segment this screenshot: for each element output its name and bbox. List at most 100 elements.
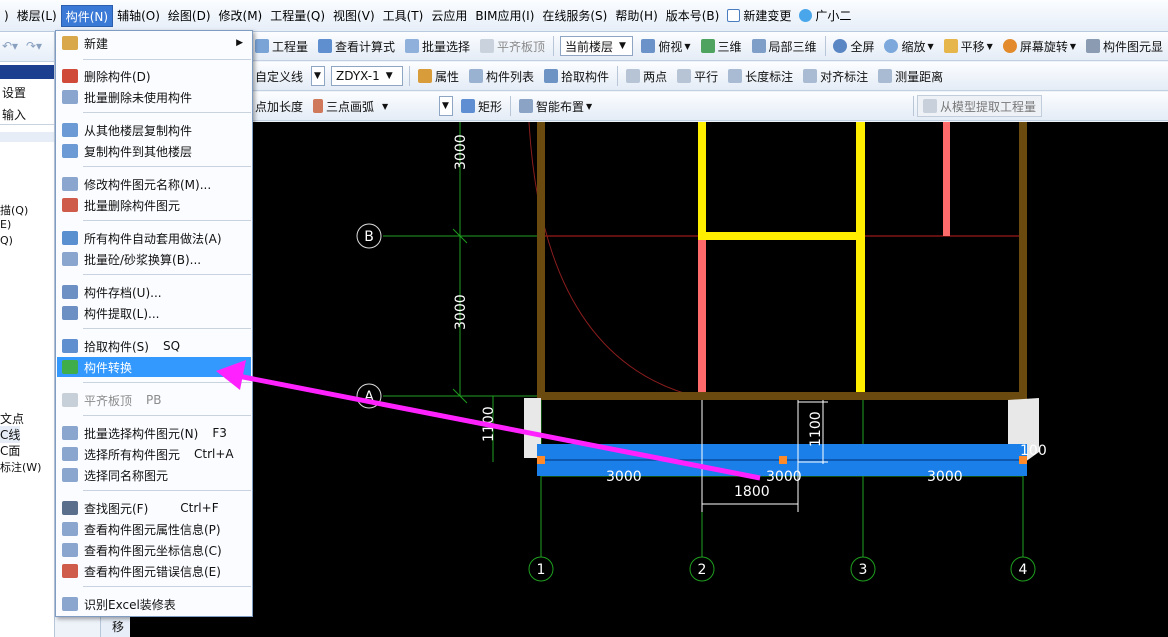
menu-item-auto-apply[interactable]: 所有构件自动套用做法(A): [57, 228, 251, 248]
menu-cloud[interactable]: 云应用: [427, 5, 471, 27]
left-item-face[interactable]: C面: [0, 442, 20, 459]
left-item-q[interactable]: Q): [0, 234, 13, 247]
menu-item-rename-element[interactable]: 修改构件图元名称(M)...: [57, 174, 251, 194]
element-display-button[interactable]: 构件图元显: [1081, 35, 1168, 57]
extract-quantity-label: 从模型提取工程量: [939, 99, 1036, 114]
menu-item-batch-delete-element-label: 批量删除构件图元: [84, 198, 181, 213]
parallel-icon: [677, 69, 692, 83]
menu-item-extract[interactable]: 构件提取(L)...: [57, 303, 251, 323]
delete-icon: [62, 69, 78, 83]
left-item-line[interactable]: C线: [0, 426, 21, 443]
pick-component-button[interactable]: 拾取构件: [539, 65, 614, 87]
aligned-dim-label: 对齐标注: [820, 69, 869, 84]
local-3d-button[interactable]: 局部三维: [747, 35, 822, 57]
menu-item-batch-delete-element[interactable]: 批量删除构件图元: [57, 195, 251, 215]
menu-item-find[interactable]: 查找图元(F) Ctrl+F: [57, 498, 251, 518]
menu-help[interactable]: 帮助(H): [611, 5, 661, 27]
menu-item-view-properties[interactable]: 查看构件图元属性信息(P): [57, 519, 251, 539]
menu-separator: [83, 220, 251, 221]
zoom-button[interactable]: 缩放 ▼: [879, 35, 938, 57]
rotate-screen-button[interactable]: 屏幕旋转 ▼: [998, 35, 1081, 57]
3d-button[interactable]: 三维: [696, 35, 747, 57]
batch-select-button[interactable]: 批量选择: [400, 35, 475, 57]
menu-new-change-label: 新建变更: [743, 8, 792, 23]
grip-mid[interactable]: [779, 456, 787, 464]
menu-tools[interactable]: 工具(T): [379, 5, 428, 27]
redo-icon[interactable]: ↷▾: [26, 39, 42, 53]
menu-item-archive[interactable]: 构件存档(U)...: [57, 282, 251, 302]
menu-aux-axis[interactable]: 辅轴(O): [113, 5, 164, 27]
point-length-button[interactable]: 点加长度: [250, 95, 308, 117]
menu-item-align-slab[interactable]: 平齐板顶 PB: [57, 390, 251, 410]
measure-distance-button[interactable]: 测量距离: [873, 65, 948, 87]
menu-item-new[interactable]: 新建 ▶: [57, 33, 251, 53]
left-item-annotation[interactable]: 标注(W): [0, 459, 41, 475]
menu-item-component-convert[interactable]: 构件转换: [57, 357, 251, 377]
type-select-arrow[interactable]: ▼: [311, 66, 326, 86]
align-slab-button[interactable]: 平齐板顶: [475, 35, 550, 57]
extract-icon: [922, 99, 937, 113]
view-formula-button[interactable]: 查看计算式: [313, 35, 400, 57]
new-icon: [62, 36, 78, 50]
menu-item-delete-component[interactable]: 删除构件(D): [57, 66, 251, 86]
element-display-icon: [1085, 39, 1100, 53]
parallel-label: 平行: [694, 69, 719, 84]
menu-modify[interactable]: 修改(M): [215, 5, 267, 27]
menu-item-select-same-name[interactable]: 选择同名称图元: [57, 465, 251, 485]
dim-text-3000-top: 3000: [453, 134, 469, 170]
menu-item-pick-component[interactable]: 拾取构件(S) SQ: [57, 336, 251, 356]
rectangle-icon: [461, 99, 476, 113]
menu-version[interactable]: 版本号(B): [662, 5, 724, 27]
menu-online[interactable]: 在线服务(S): [538, 5, 611, 27]
grip-left[interactable]: [537, 456, 545, 464]
rectangle-button[interactable]: 矩形: [456, 95, 507, 117]
component-select[interactable]: ZDYX-1 ▼: [331, 66, 404, 86]
quantity-button[interactable]: 工程量: [250, 35, 313, 57]
draw-mode-dropdown[interactable]: ▼: [439, 96, 454, 116]
menu-bim[interactable]: BIM应用(I): [471, 5, 538, 27]
smart-layout-button[interactable]: 智能布置 ▼: [514, 95, 597, 117]
length-dim-button[interactable]: 长度标注: [723, 65, 798, 87]
menu-floor[interactable]: 楼层(L): [13, 5, 61, 27]
menu-item-view-coordinates[interactable]: 查看构件图元坐标信息(C): [57, 540, 251, 560]
menu-item-batch-delete-unused[interactable]: 批量删除未使用构件: [57, 87, 251, 107]
three-point-arc-button[interactable]: 三点画弧 ▼: [308, 95, 436, 117]
pan-button[interactable]: 平移 ▼: [939, 35, 998, 57]
top-view-button[interactable]: 俯视 ▼: [636, 35, 695, 57]
menu-item-select-all[interactable]: 选择所有构件图元 Ctrl+A: [57, 444, 251, 464]
measure-distance-label: 测量距离: [895, 69, 944, 84]
undo-icon[interactable]: ↶▾: [2, 39, 18, 53]
aligned-dim-button[interactable]: 对齐标注: [798, 65, 873, 87]
fullscreen-button[interactable]: 全屏: [828, 35, 879, 57]
chevron-down-icon: ▼: [618, 41, 626, 51]
wall-yellow-1: [698, 122, 706, 240]
left-item-trace[interactable]: 描(Q): [0, 202, 28, 218]
parallel-button[interactable]: 平行: [672, 65, 723, 87]
rename-icon: [62, 177, 78, 191]
menu-view[interactable]: 视图(V): [329, 5, 379, 27]
menu-item-identify-excel[interactable]: 识别Excel装修表: [57, 594, 251, 614]
two-points-button[interactable]: 两点: [621, 65, 672, 87]
menu-item-batch-conversion[interactable]: 批量砼/砂浆换算(B)...: [57, 249, 251, 269]
left-item-settings[interactable]: 设置: [2, 84, 26, 101]
menu-item-batch-select[interactable]: 批量选择构件图元(N) F3: [57, 423, 251, 443]
drawing-canvas[interactable]: 1 2 3 4 B A 3000 3000 1100 1100 100 3000…: [253, 122, 1168, 637]
left-item-e[interactable]: E): [0, 218, 11, 231]
extract-quantity-button[interactable]: 从模型提取工程量: [916, 95, 1042, 117]
left-item-points[interactable]: 文点: [0, 410, 24, 427]
menu-item-view-errors[interactable]: 查看构件图元错误信息(E): [57, 561, 251, 581]
view-formula-label: 查看计算式: [335, 39, 396, 54]
magnifier-icon: [884, 39, 899, 53]
divider: [0, 132, 54, 142]
menu-component[interactable]: 构件(N): [60, 4, 114, 27]
component-list-button[interactable]: 构件列表: [464, 65, 539, 87]
menu-item-copy-from-floor[interactable]: 从其他楼层复制构件: [57, 120, 251, 140]
menu-guangxiaoer[interactable]: 广小二: [795, 5, 855, 27]
properties-button[interactable]: 属性: [413, 65, 464, 87]
menu-new-change[interactable]: 新建变更: [723, 5, 795, 27]
floor-select[interactable]: 当前楼层 ▼: [559, 36, 634, 56]
menu-quantity[interactable]: 工程量(Q): [266, 5, 329, 27]
menu-draw[interactable]: 绘图(D): [164, 5, 215, 27]
left-item-input[interactable]: 输入: [2, 106, 26, 123]
menu-item-copy-to-floor[interactable]: 复制构件到其他楼层: [57, 141, 251, 161]
